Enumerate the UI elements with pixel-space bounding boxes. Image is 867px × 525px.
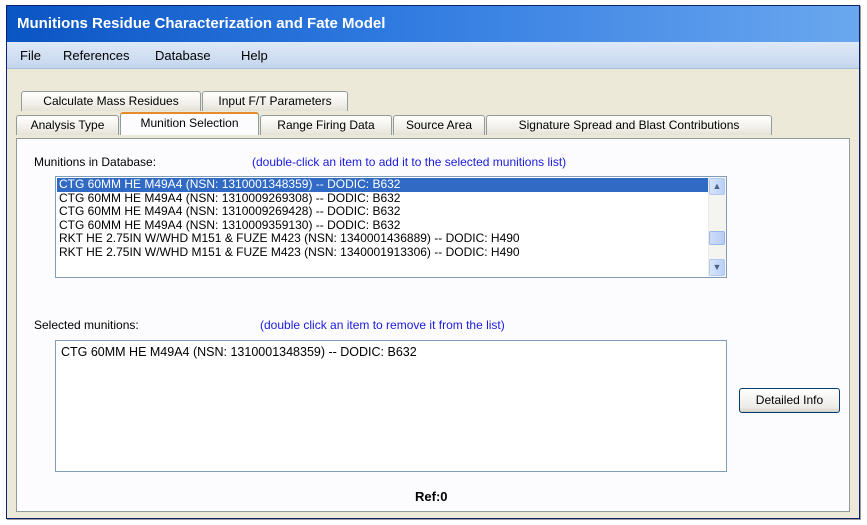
scroll-up-icon[interactable]: ▲ <box>709 178 725 195</box>
menu-help[interactable]: Help <box>241 48 268 63</box>
munitions-database-list[interactable]: CTG 60MM HE M49A4 (NSN: 1310001348359) -… <box>55 176 727 278</box>
menu-bar: File References Database Help <box>7 42 859 69</box>
menu-references[interactable]: References <box>63 48 129 63</box>
list-item[interactable]: CTG 60MM HE M49A4 (NSN: 1310001348359) -… <box>57 178 708 192</box>
database-list-hint: (double-click an item to add it to the s… <box>252 155 567 169</box>
tab-source-area[interactable]: Source Area <box>393 115 485 135</box>
database-list-scrollbar[interactable]: ▲ ▼ <box>708 177 726 277</box>
tab-input-ft-parameters[interactable]: Input F/T Parameters <box>202 91 348 111</box>
list-item[interactable]: CTG 60MM HE M49A4 (NSN: 1310009269428) -… <box>57 205 708 219</box>
ref-indicator: Ref:0 <box>415 489 448 504</box>
tab-range-firing-data[interactable]: Range Firing Data <box>260 115 392 135</box>
scroll-thumb[interactable] <box>709 231 725 245</box>
window-title: Munitions Residue Characterization and F… <box>7 6 859 42</box>
tab-munition-selection[interactable]: Munition Selection <box>120 112 259 135</box>
selected-list-hint: (double click an item to remove it from … <box>260 318 505 332</box>
list-item[interactable]: RKT HE 2.75IN W/WHD M151 & FUZE M423 (NS… <box>57 245 708 260</box>
tab-calculate-mass-residues[interactable]: Calculate Mass Residues <box>21 91 201 111</box>
tab-signature-spread[interactable]: Signature Spread and Blast Contributions <box>486 115 772 135</box>
munitions-in-database-label: Munitions in Database: <box>34 155 157 169</box>
menu-file[interactable]: File <box>20 48 41 63</box>
selected-munitions-label: Selected munitions: <box>34 318 139 332</box>
app-window: Munitions Residue Characterization and F… <box>6 5 860 519</box>
detailed-info-button[interactable]: Detailed Info <box>739 388 840 413</box>
tab-analysis-type[interactable]: Analysis Type <box>16 115 119 135</box>
list-item[interactable]: CTG 60MM HE M49A4 (NSN: 1310001348359) -… <box>59 346 723 360</box>
scroll-down-icon[interactable]: ▼ <box>709 259 725 276</box>
list-item[interactable]: CTG 60MM HE M49A4 (NSN: 1310009359130) -… <box>57 218 708 233</box>
menu-database[interactable]: Database <box>155 48 211 63</box>
selected-munitions-list[interactable]: CTG 60MM HE M49A4 (NSN: 1310001348359) -… <box>55 340 727 472</box>
list-item[interactable]: CTG 60MM HE M49A4 (NSN: 1310009269308) -… <box>57 191 708 206</box>
munition-selection-panel: Munitions in Database: (double-click an … <box>16 138 850 512</box>
list-item[interactable]: RKT HE 2.75IN W/WHD M151 & FUZE M423 (NS… <box>57 232 708 246</box>
